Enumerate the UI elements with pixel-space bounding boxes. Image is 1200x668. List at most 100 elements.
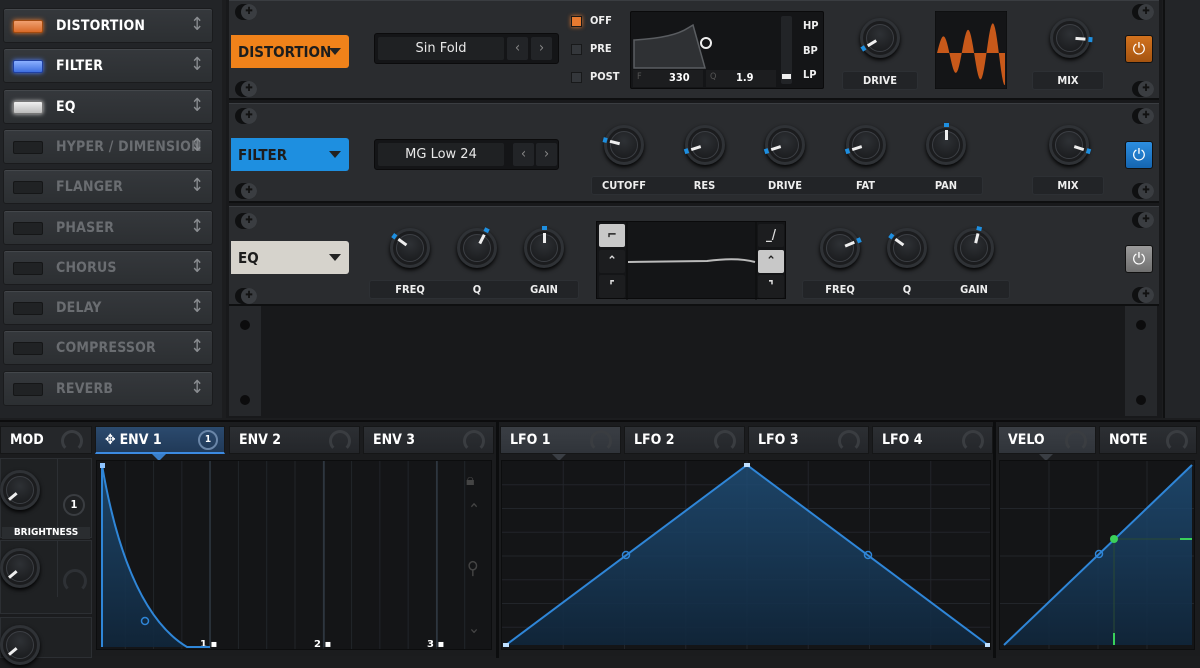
enable-led-toggle[interactable] [13,261,43,275]
distortion-power-button[interactable]: ⏻ [1125,35,1153,63]
tab-lfo-lfo-4[interactable]: LFO 4 [872,426,993,454]
eq-power-button[interactable]: ⏻ [1125,245,1153,273]
mod-amount-ring-icon[interactable] [63,569,87,593]
enable-led-toggle[interactable] [13,181,43,195]
filter-drive-knob[interactable] [762,122,808,168]
eq-high-freq-knob[interactable] [817,225,863,271]
lfo-graph[interactable] [501,460,991,650]
sidebar-item-delay[interactable]: DELAY ↕ [3,290,213,326]
mod-knob-3[interactable] [0,622,43,668]
sidebar-item-distortion[interactable]: DISTORTION ↕ [3,8,213,43]
drag-handle-icon[interactable]: ↕ [190,15,204,35]
drag-handle-icon[interactable]: ↕ [190,377,204,398]
sidebar-item-phaser[interactable]: PHASER ↕ [3,209,213,245]
tab-env-3[interactable]: ENV 3 [363,426,494,454]
preset-name[interactable]: MG Low 24 [378,143,504,166]
lock-icon[interactable]: 🔒︎ [466,470,475,490]
enable-led-toggle[interactable] [13,20,43,33]
enable-led-toggle[interactable] [13,221,43,235]
eq-low-shelf-button[interactable]: ⌐ [599,224,625,247]
routing-off-checkbox[interactable] [571,16,582,27]
enable-led-toggle[interactable] [13,100,43,114]
eq-peak-button[interactable]: ⌃ [758,249,784,273]
drive-knob[interactable] [857,15,903,61]
rack-scrollbar[interactable] [1163,0,1200,418]
filter-curve[interactable] [633,14,776,70]
drag-handle-icon[interactable]: ↕ [190,256,204,277]
sidebar-item-flanger[interactable]: FLANGER ↕ [3,169,213,205]
drag-handle-icon[interactable]: ↕ [190,216,204,237]
sidebar-item-hyper-dimension[interactable]: HYPER / DIMENSION ↕ [3,128,213,164]
sidebar-item-compressor[interactable]: COMPRESSOR ↕ [3,330,213,366]
filter-cutoff-knob[interactable] [601,122,647,168]
env-mod-count[interactable]: 1 [198,430,218,450]
sidebar-item-eq[interactable]: EQ ↕ [3,88,213,124]
envelope-graph[interactable]: 1 ▪ 2 ▪ 3 ▪ [96,460,492,650]
drag-handle-icon[interactable]: ↕ [190,135,204,156]
filter-mix-knob[interactable] [1046,122,1092,168]
velocity-graph[interactable] [999,460,1195,650]
tab-lfo-lfo-1[interactable]: LFO 1 [500,426,621,454]
mod-count-badge[interactable]: 1 [63,494,85,516]
enable-led-toggle[interactable] [13,302,43,316]
sidebar-item-chorus[interactable]: CHORUS ↕ [3,249,213,285]
lfo-point[interactable] [985,643,991,647]
envelope-point[interactable] [100,463,105,468]
tab-velo-note[interactable]: NOTE [1099,426,1197,454]
drag-handle-icon[interactable]: ↕ [190,55,204,75]
tab-env-2[interactable]: ENV 2 [229,426,360,454]
eq-curve[interactable] [627,258,756,263]
prev-preset-button[interactable]: ‹ [507,37,528,60]
next-preset-button[interactable]: › [536,143,557,166]
preset-name[interactable]: Sin Fold [378,37,504,60]
tab-velo-velo[interactable]: VELO [998,426,1096,454]
chevron-up-icon[interactable]: ⌃ [468,500,480,519]
drag-handle-icon[interactable]: ↕ [190,297,204,317]
mode-lp[interactable]: LP [803,68,817,81]
zoom-icon[interactable]: ⚲ [467,558,479,579]
mode-bp[interactable]: BP [803,44,818,57]
tab-env-1[interactable]: ✥ ENV 1 1 [95,426,225,454]
distortion-type-dropdown[interactable]: DISTORTION [231,35,349,68]
filter-fat-knob[interactable] [843,122,889,168]
eq-low-freq-knob[interactable] [387,225,433,271]
enable-led-toggle[interactable] [13,382,43,396]
drag-handle-icon[interactable]: ↕ [190,176,204,196]
filter-power-button[interactable]: ⏻ [1125,141,1153,169]
next-preset-button[interactable]: › [531,37,552,60]
eq-low-gain-knob[interactable] [521,225,567,271]
brightness-knob[interactable] [0,467,43,513]
routing-post-checkbox[interactable] [571,72,582,83]
filter-f-field[interactable]: F 330 [633,70,703,87]
lfo-point[interactable] [503,643,509,647]
chevron-down-icon[interactable]: ⌄ [468,618,480,637]
eq-type-dropdown[interactable]: EQ [231,241,349,274]
filter-mode-slider[interactable] [781,16,792,84]
filter-q-field[interactable]: Q 1.9 [706,70,776,87]
eq-high-gain-knob[interactable] [951,225,997,271]
mod-knob-2[interactable] [0,545,43,591]
drag-handle-icon[interactable]: ↕ [190,95,204,116]
prev-preset-button[interactable]: ‹ [513,143,534,166]
eq-low-q-knob[interactable] [454,225,500,271]
tab-lfo-lfo-2[interactable]: LFO 2 [624,426,745,454]
sidebar-item-reverb[interactable]: REVERB ↕ [3,370,213,406]
filter-type-dropdown[interactable]: FILTER [231,138,349,171]
enable-led-toggle[interactable] [13,60,43,74]
eq-high-shelf-button[interactable]: _/ [758,224,784,247]
sidebar-item-filter[interactable]: FILTER ↕ [3,48,213,84]
filter-pan-knob[interactable] [923,122,969,168]
tab-lfo-lfo-3[interactable]: LFO 3 [748,426,869,454]
eq-low-pass-button[interactable]: ⌝ [758,275,784,298]
drag-handle-icon[interactable]: ↕ [190,337,204,357]
filter-handle[interactable] [700,37,712,49]
enable-led-toggle[interactable] [13,140,43,154]
filter-res-knob[interactable] [682,122,728,168]
eq-high-q-knob[interactable] [884,225,930,271]
mode-hp[interactable]: HP [803,19,819,32]
distortion-mix-knob[interactable] [1047,15,1093,61]
routing-pre-checkbox[interactable] [571,44,582,55]
eq-high-pass-button[interactable]: ⌜ [599,275,625,298]
lfo-point[interactable] [744,463,750,467]
enable-led-toggle[interactable] [13,342,43,356]
